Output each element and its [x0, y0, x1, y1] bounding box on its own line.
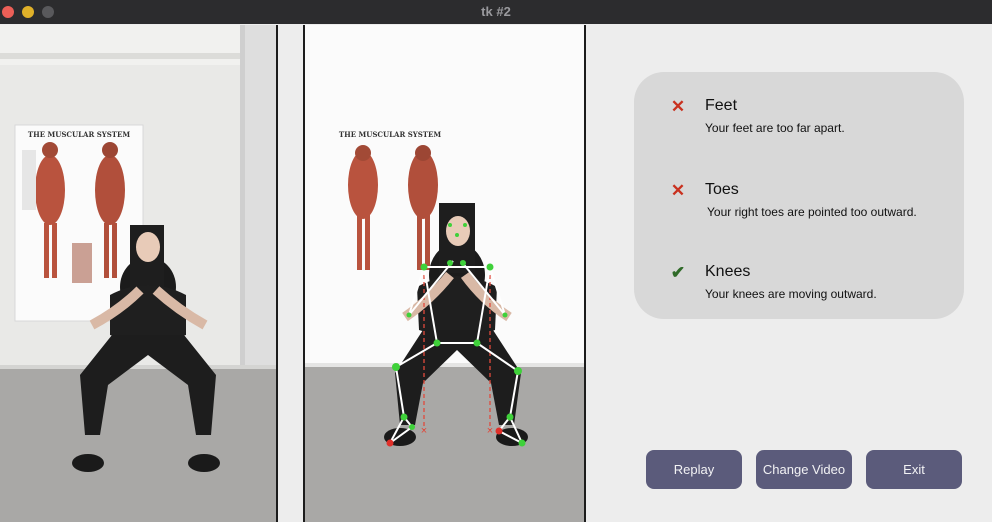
feedback-panel: ✕ Feet Your feet are too far apart. ✕ To… [634, 72, 964, 319]
original-video: THE MUSCULAR SYSTEM [0, 25, 278, 522]
feedback-title: Toes [705, 181, 739, 198]
right-target-marker-icon: × [487, 425, 493, 437]
window-title: tk #2 [481, 4, 511, 19]
feedback-title: Feet [705, 97, 738, 114]
feedback-item-toes: ✕ Toes Your right toes are pointed too o… [634, 181, 964, 233]
left-target-marker-icon: × [421, 425, 427, 437]
poster-heading: THE MUSCULAR SYSTEM [28, 130, 130, 139]
poster-heading: THE MUSCULAR SYSTEM [339, 130, 441, 139]
annotated-video-frame: THE MUSCULAR SYSTEM × × [305, 25, 584, 522]
feedback-item-knees: ✔ Knees Your knees are moving outward. [634, 263, 964, 315]
exit-button[interactable]: Exit [866, 450, 962, 489]
change-video-button[interactable]: Change Video [756, 450, 852, 489]
feedback-message: Your feet are too far apart. [705, 121, 845, 135]
replay-button[interactable]: Replay [646, 450, 742, 489]
app-window: tk #2 THE MUSCULAR SYSTEM THE MUSCULAR S… [0, 0, 992, 522]
cross-icon: ✕ [670, 97, 686, 116]
cross-icon: ✕ [670, 181, 686, 200]
feedback-item-feet: ✕ Feet Your feet are too far apart. [634, 97, 964, 149]
feedback-title: Knees [705, 263, 751, 280]
original-video-frame: THE MUSCULAR SYSTEM [0, 25, 276, 522]
annotated-video: THE MUSCULAR SYSTEM × × [303, 25, 586, 522]
check-icon: ✔ [670, 263, 686, 282]
title-bar: tk #2 [0, 0, 992, 24]
feedback-message: Your right toes are pointed too outward. [707, 205, 917, 219]
feedback-message: Your knees are moving outward. [705, 287, 877, 301]
